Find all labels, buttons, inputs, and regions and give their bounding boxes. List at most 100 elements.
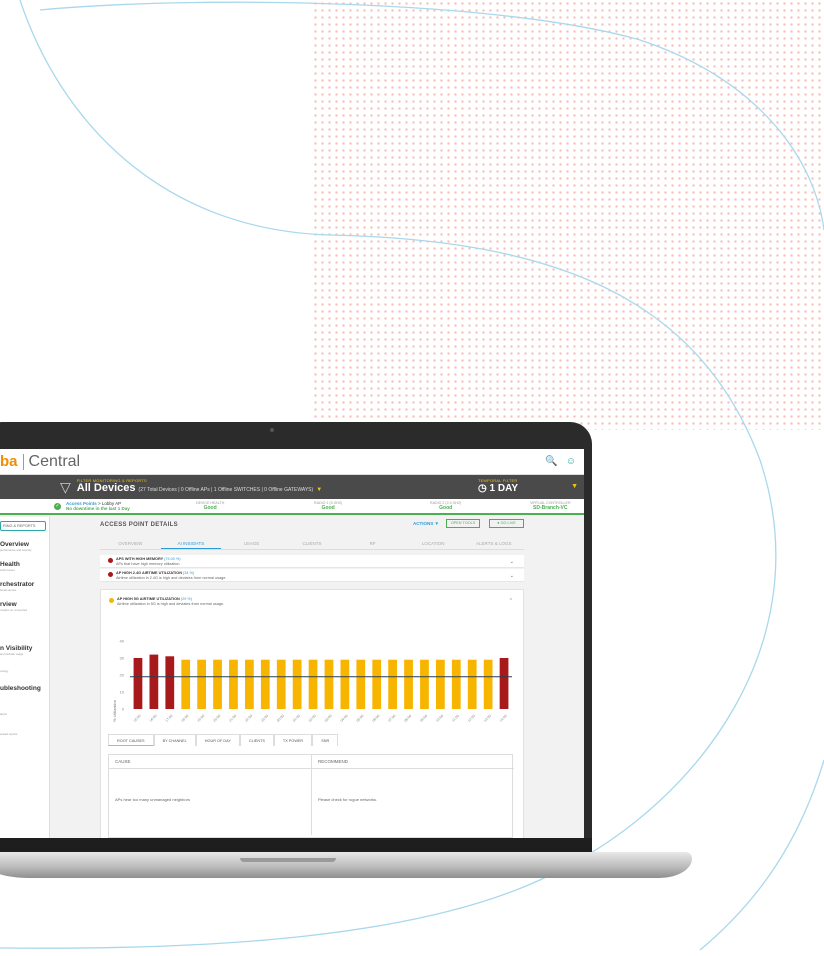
app-header: ba Central 🔍 ☺	[0, 449, 584, 475]
chart-bar[interactable]	[404, 659, 413, 709]
chart-bar[interactable]	[244, 659, 254, 709]
filter-title[interactable]: All Devices	[77, 482, 136, 494]
alert-row-high-memory[interactable]: APS WITH HIGH MEMORY (75.00 %) APs that …	[100, 555, 524, 568]
x-tick-label: 18:00	[180, 714, 189, 723]
brand-divider	[22, 453, 24, 470]
subtab-snr[interactable]: SNR	[312, 734, 339, 746]
tab-clients[interactable]: CLIENTS	[282, 539, 343, 549]
search-icon[interactable]: 🔍	[545, 456, 557, 467]
tab-location[interactable]: LOCATION	[403, 539, 464, 549]
chart-bar[interactable]	[260, 659, 270, 709]
actions-menu[interactable]: ACTIONS ▼	[413, 521, 439, 526]
y-tick-label: 30	[120, 656, 125, 661]
alert-row-2g-airtime[interactable]: AP HIGH 2.4G AIRTIME UTILIZATION (34 %) …	[100, 569, 524, 582]
y-tick-label: 10	[120, 690, 125, 695]
sidebar-note: nology	[0, 669, 9, 673]
chart-bar[interactable]	[451, 659, 461, 709]
chart-bar[interactable]	[435, 659, 445, 709]
chart-bar[interactable]	[149, 654, 159, 709]
sidebar: RING & REPORTS Overview performance and s…	[0, 517, 50, 847]
filter-icon: ▽	[60, 478, 71, 495]
x-tick-label: 02:00	[308, 714, 317, 723]
subtab-by-channel[interactable]: BY CHANNEL	[153, 734, 196, 746]
chevron-down-icon[interactable]: ⌄	[510, 573, 514, 579]
clock-icon: ◷	[478, 483, 487, 494]
chevron-up-icon[interactable]: ⌃	[509, 598, 513, 604]
chart-bar[interactable]	[181, 659, 191, 709]
y-axis-label: % Utilization	[112, 700, 117, 722]
sidebar-item-health[interactable]: Health work issues	[0, 561, 48, 572]
root-cause-tabs: ROOT CAUSES BY CHANNEL HOUR OF DAY CLIEN…	[108, 734, 339, 746]
chart-bar[interactable]	[276, 659, 286, 709]
sidebar-note: alerts	[0, 712, 7, 716]
chart-bar[interactable]	[372, 659, 382, 709]
x-tick-label: 20:00	[212, 714, 221, 723]
x-tick-label: 05:00	[356, 714, 365, 723]
chart-bar[interactable]	[467, 659, 477, 709]
app-title: Central	[28, 452, 81, 470]
laptop-notch	[240, 858, 336, 862]
chart-bar[interactable]	[388, 659, 398, 709]
go-live-button[interactable]: ● GO LIVE	[489, 519, 524, 528]
device-health-status: DEVICE HEALTH Good	[196, 501, 225, 511]
sidebar-item-app-visibility[interactable]: n Visibility and website usage	[0, 645, 48, 656]
chart-bar[interactable]	[165, 656, 175, 709]
page-title: ACCESS POINT DETAILS	[100, 522, 178, 528]
x-tick-label: 09:00	[419, 714, 428, 723]
tab-rf[interactable]: RF	[342, 539, 403, 549]
radio-24ghz-status: RADIO 2 (2.4 GHz) Good	[430, 501, 462, 511]
x-tick-label: 14:00	[499, 714, 508, 723]
sidebar-filter-button[interactable]: RING & REPORTS	[0, 521, 46, 531]
chart-bar[interactable]	[213, 659, 222, 709]
chart-bar[interactable]	[292, 659, 302, 709]
subtab-root-causes[interactable]: ROOT CAUSES	[108, 734, 154, 746]
chart-bar[interactable]	[229, 659, 238, 709]
chart-bar[interactable]	[308, 659, 318, 709]
x-tick-label: 00:00	[276, 714, 285, 723]
subtab-clients[interactable]: CLIENTS	[239, 734, 274, 746]
chevron-down-icon[interactable]: ⌄	[510, 559, 514, 565]
chart-bar[interactable]	[197, 659, 207, 709]
chart-bar[interactable]	[483, 659, 493, 709]
sidebar-item-orchestrator[interactable]: rchestrator tional service	[0, 581, 48, 592]
y-tick-label: 0	[122, 707, 125, 712]
y-tick-label: 20	[120, 673, 125, 678]
sidebar-item-overview-2[interactable]: rview rmation on connected	[0, 601, 48, 612]
tab-usage[interactable]: USAGE	[221, 539, 282, 549]
check-icon: ✓	[54, 502, 61, 510]
filter-bar[interactable]: ▽ FILTER MONITORING & REPORTS All Device…	[0, 475, 584, 499]
temporal-filter[interactable]: TEMPORAL FILTER ◷ 1 DAY	[478, 478, 518, 494]
recommend-cell: Please check for rogue networks.	[318, 797, 378, 802]
user-icon[interactable]: ☺	[566, 456, 576, 467]
chart-bar[interactable]	[356, 659, 366, 709]
detail-tabs: OVERVIEW AI INSIGHTS USAGE CLIENTS RF LO…	[100, 539, 524, 550]
radio-5ghz-status: RADIO 1 (5 GHz) Good	[314, 501, 343, 511]
status-bar: ✓ Access Points > Lobby AP No downtime i…	[0, 499, 584, 515]
x-tick-label: 08:00	[403, 714, 412, 723]
x-tick-label: 03:00	[324, 714, 333, 723]
x-tick-label: 13:00	[483, 714, 492, 723]
sidebar-item-overview[interactable]: Overview performance and security	[0, 541, 48, 552]
tab-alerts-logs[interactable]: ALERTS & LOGS	[463, 539, 524, 549]
sidebar-item-troubleshooting[interactable]: ubleshooting	[0, 685, 48, 692]
tab-ai-insights[interactable]: AI INSIGHTS	[160, 539, 222, 549]
caret-down-icon[interactable]: ▼	[316, 487, 322, 493]
chart-bar[interactable]	[499, 658, 509, 709]
open-tools-button[interactable]: OPEN TOOLS	[446, 519, 480, 528]
root-cause-table: CAUSE RECOMMEND APs hear too many unmana…	[108, 754, 514, 838]
x-tick-label: 01:00	[292, 714, 301, 723]
chart-bar[interactable]	[133, 658, 143, 709]
x-tick-label: 19:00	[196, 714, 205, 723]
virtual-controller-status: VIRTUAL CONTROLLER SD-Branch-VC	[530, 501, 571, 511]
subtab-tx-power[interactable]: TX POWER	[273, 734, 313, 746]
chart-bar[interactable]	[340, 659, 350, 709]
x-tick-label: 06:00	[371, 714, 380, 723]
x-tick-label: 16:00	[149, 714, 158, 723]
chart-bar[interactable]	[324, 659, 334, 709]
tab-overview[interactable]: OVERVIEW	[100, 539, 161, 549]
downtime-status: No downtime in the last 1 Day	[66, 506, 130, 511]
chart-bar[interactable]	[420, 659, 429, 709]
caret-down-icon[interactable]: ▼	[571, 483, 578, 490]
subtab-hour-of-day[interactable]: HOUR OF DAY	[195, 734, 240, 746]
column-header-cause: CAUSE	[109, 755, 311, 769]
